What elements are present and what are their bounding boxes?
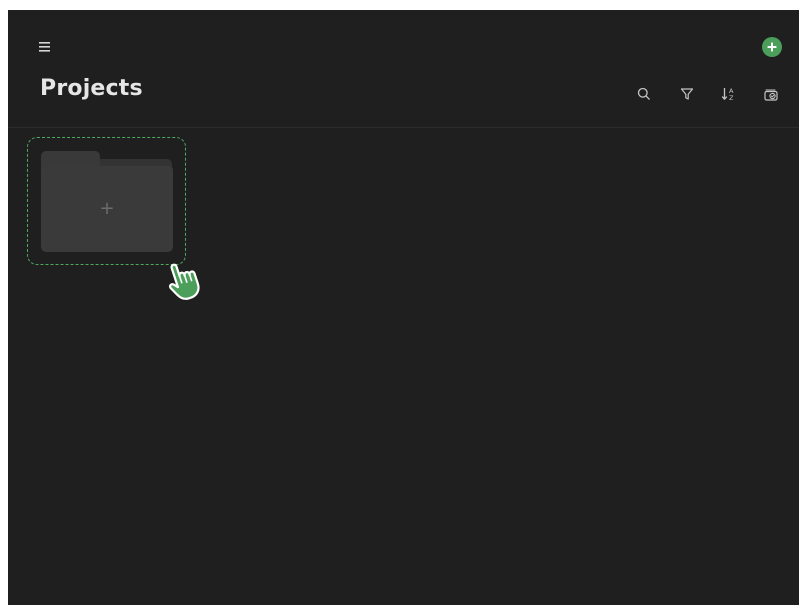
select-check-icon bbox=[764, 89, 778, 101]
svg-text:Z: Z bbox=[729, 94, 734, 102]
menu-button[interactable] bbox=[37, 37, 53, 57]
folder-plus-icon: + bbox=[41, 166, 173, 252]
hand-pointer-icon bbox=[168, 263, 200, 300]
sort-az-icon: A Z bbox=[721, 87, 734, 102]
plus-icon: + bbox=[99, 198, 115, 219]
page-title: Projects bbox=[40, 76, 143, 101]
select-mode-button[interactable] bbox=[761, 84, 781, 104]
sort-button[interactable]: A Z bbox=[719, 84, 739, 104]
new-project-folder-card[interactable]: + bbox=[27, 137, 186, 265]
filter-icon bbox=[680, 88, 694, 100]
search-button[interactable] bbox=[634, 84, 654, 104]
hamburger-menu-icon bbox=[39, 42, 50, 52]
add-circle-icon bbox=[767, 42, 777, 52]
header: Projects A Z bbox=[8, 10, 799, 128]
filter-button[interactable] bbox=[677, 84, 697, 104]
add-project-button[interactable] bbox=[762, 37, 782, 57]
search-icon bbox=[637, 87, 650, 100]
app-window: Projects A Z + bbox=[8, 10, 799, 605]
